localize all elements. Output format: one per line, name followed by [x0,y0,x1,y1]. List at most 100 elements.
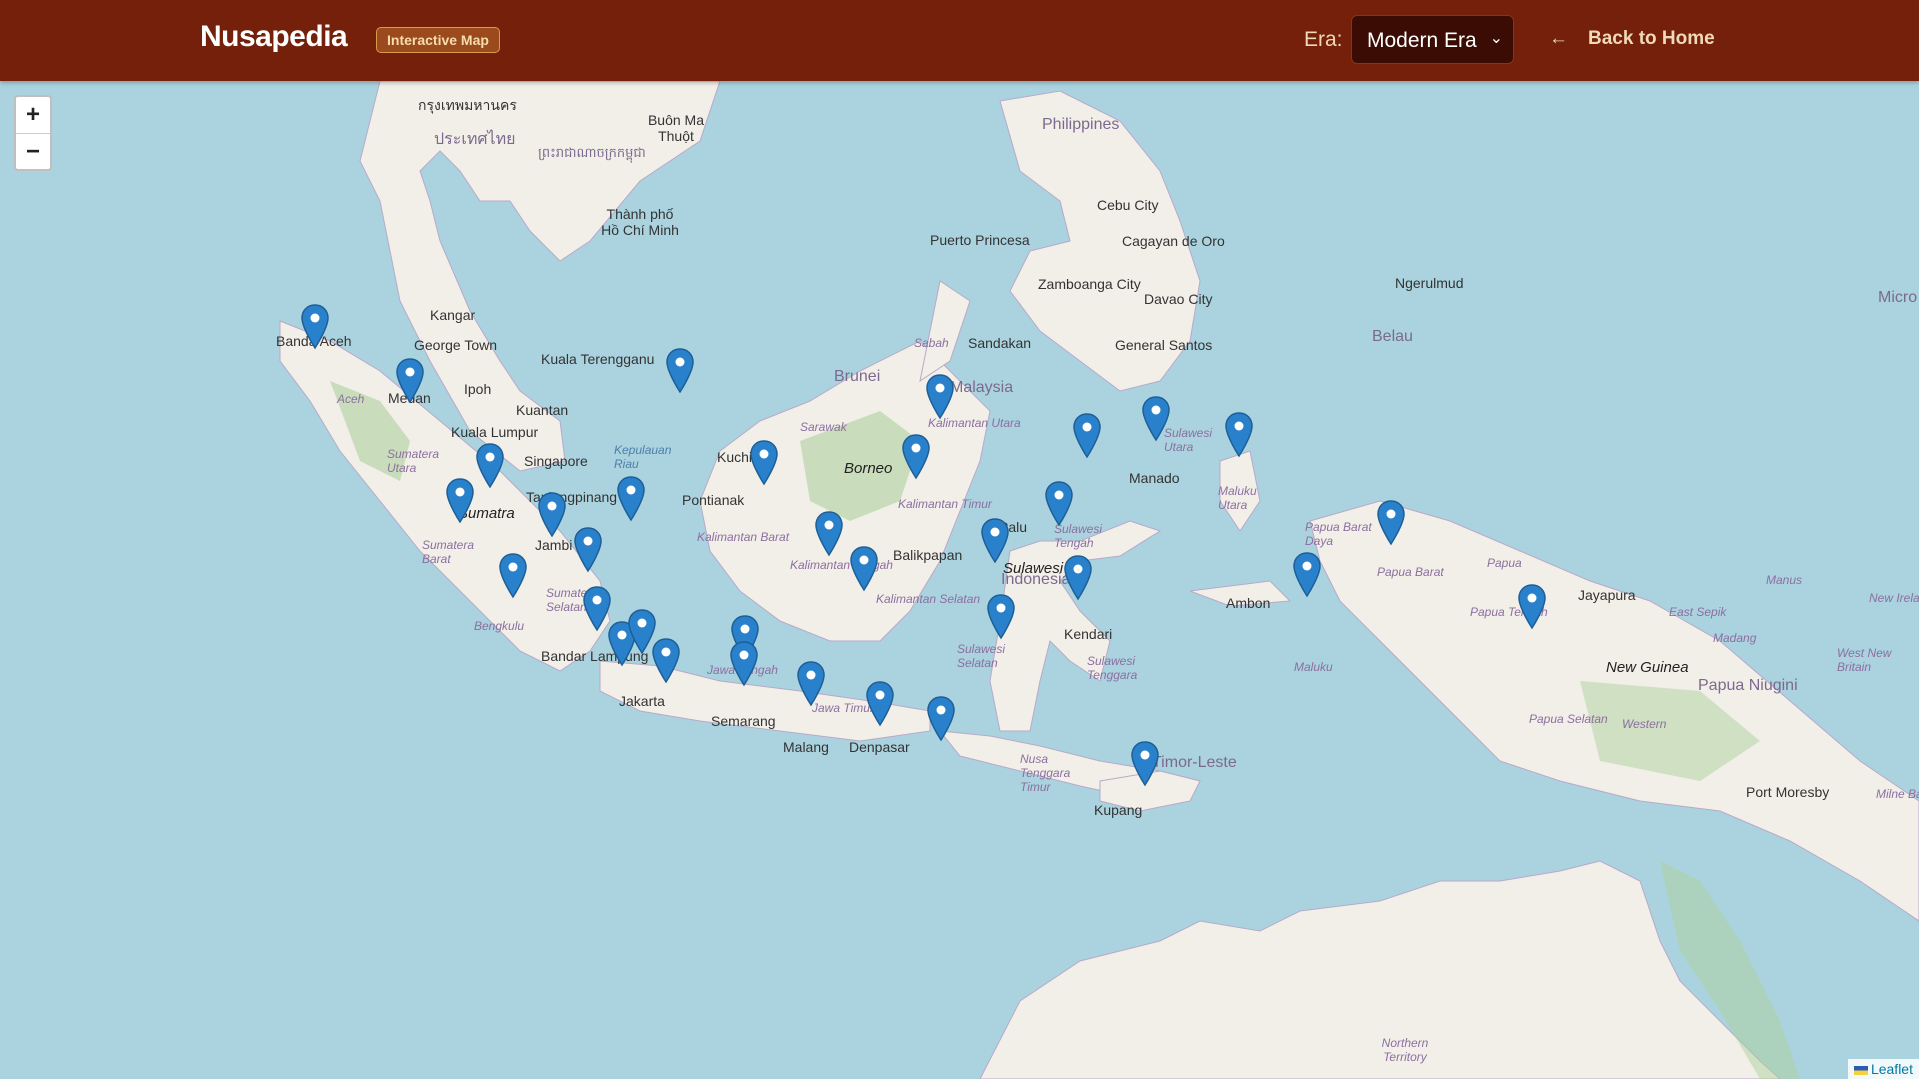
ukraine-flag-icon [1853,1065,1868,1075]
map-label: Bengkulu [474,619,525,633]
location-marker-icon[interactable] [498,553,528,599]
location-marker-icon[interactable] [475,443,505,489]
map-label: Micro [1878,289,1918,306]
location-marker-icon[interactable] [1517,584,1547,630]
location-marker-icon[interactable] [925,374,955,420]
era-selected-value: Modern Era [1367,29,1477,52]
map-label: Indonesia [1001,571,1071,588]
location-marker-icon[interactable] [901,434,931,480]
location-marker-icon[interactable] [651,638,681,684]
location-marker-icon[interactable] [616,476,646,522]
map-label: Malaysia [950,379,1014,396]
map-label: Milne Bay [1876,787,1919,801]
arrow-left-icon: ← [1549,28,1568,49]
map-label: Davao City [1144,291,1213,307]
map-label: Port Moresby [1746,784,1830,800]
era-select[interactable]: Modern Era ⌄ [1351,15,1514,64]
map-label: Kupang [1094,802,1143,818]
map-label: Kalimantan Barat [697,530,790,544]
location-marker-icon[interactable] [573,527,603,573]
location-marker-icon[interactable] [986,594,1016,640]
map-label: Sulawesi Selatan [957,642,1006,670]
map-label: Papua [1487,556,1522,570]
map-label: Belau [1372,328,1413,345]
map-label: Jambi [535,537,573,553]
map-label: Sandakan [968,335,1032,351]
map-label: Sumatera Utara [387,447,440,475]
map-label: Puerto Princesa [930,232,1030,248]
map-label: Jakarta [619,693,665,709]
zoom-in-button[interactable]: + [16,97,50,134]
location-marker-icon[interactable] [1376,500,1406,546]
map-label: Sulawesi Utara [1164,426,1213,454]
map-label: Papua Barat Daya [1305,520,1372,548]
map-label: Manado [1129,470,1180,486]
location-marker-icon[interactable] [1292,552,1322,598]
map-label: George Town [414,337,498,353]
map-label: Papua Selatan [1529,712,1608,726]
map-label: Brunei [834,368,881,385]
map-label: Ipoh [464,381,492,397]
map-label: Sumatera Barat [422,538,475,566]
location-marker-icon[interactable] [980,518,1010,564]
zoom-out-button[interactable]: − [16,134,50,170]
map-label: Malang [783,739,829,755]
map-label: Maluku Utara [1218,484,1257,512]
map-label: Madang [1713,631,1757,645]
location-marker-icon[interactable] [729,641,759,687]
map-label: New Guinea [1606,659,1689,676]
map-area[interactable]: Philippines Cebu City Cagayan de Oro Pue… [0,81,1919,1079]
map-label: Nusa Tenggara Timur [1020,752,1071,794]
map-label: Northern Territory [1381,1036,1429,1064]
map-label: Jayapura [1578,587,1636,603]
location-marker-icon[interactable] [445,478,475,524]
brand-logo[interactable]: Nusapedia [200,20,348,54]
map-label: Kuala Terengganu [541,351,655,367]
map-label: Thành phố Hồ Chí Minh [601,206,679,238]
map-attribution[interactable]: Leaflet [1847,1059,1919,1079]
location-marker-icon[interactable] [814,511,844,557]
map-label: Semarang [711,713,776,729]
location-marker-icon[interactable] [1130,741,1160,787]
map-label: West New Britain [1837,646,1892,674]
location-marker-icon[interactable] [1072,413,1102,459]
location-marker-icon[interactable] [796,661,826,707]
location-marker-icon[interactable] [395,358,425,404]
location-marker-icon[interactable] [1224,412,1254,458]
map-label: Aceh [337,392,365,406]
map-label: ព្រះរាជាណាចក្រកម្ពុជា [538,145,646,160]
location-marker-icon[interactable] [926,696,956,742]
map-label: Maluku [1294,660,1333,674]
top-navigation-bar: Nusapedia Interactive Map Era: Modern Er… [0,0,1919,81]
map-label: Buôn Ma Thuột [647,112,705,144]
back-to-home-label: Back to Home [1588,28,1715,49]
map-label: Kuala Lumpur [451,424,539,440]
map-label: Manus [1766,573,1803,587]
location-marker-icon[interactable] [1141,396,1171,442]
back-to-home-link[interactable]: ← Back to Home [1549,28,1715,50]
location-marker-icon[interactable] [537,492,567,538]
zoom-control: + − [14,95,52,171]
map-label: Pontianak [682,492,745,508]
map-label: Balikpapan [893,547,963,563]
map-label: Kalimantan Selatan [876,592,981,606]
chevron-down-icon: ⌄ [1489,30,1503,47]
map-base-layer [0,81,1919,1079]
map-label: Kepulauan Riau [614,443,672,471]
location-marker-icon[interactable] [665,348,695,394]
location-marker-icon[interactable] [749,440,779,486]
location-marker-icon[interactable] [300,304,330,350]
location-marker-icon[interactable] [849,546,879,592]
era-label: Era: [1304,28,1343,51]
map-label: Philippines [1042,116,1120,133]
map-label: New Ireland [1869,591,1919,605]
location-marker-icon[interactable] [865,681,895,727]
map-label: Western [1622,717,1667,731]
map-label: Denpasar [849,739,910,755]
map-label: Papua Barat [1377,565,1444,579]
map-label: Sarawak [800,420,847,434]
location-marker-icon[interactable] [1063,555,1093,601]
map-label: Borneo [844,460,893,477]
location-marker-icon[interactable] [1044,481,1074,527]
map-label: East Sepik [1669,605,1727,619]
